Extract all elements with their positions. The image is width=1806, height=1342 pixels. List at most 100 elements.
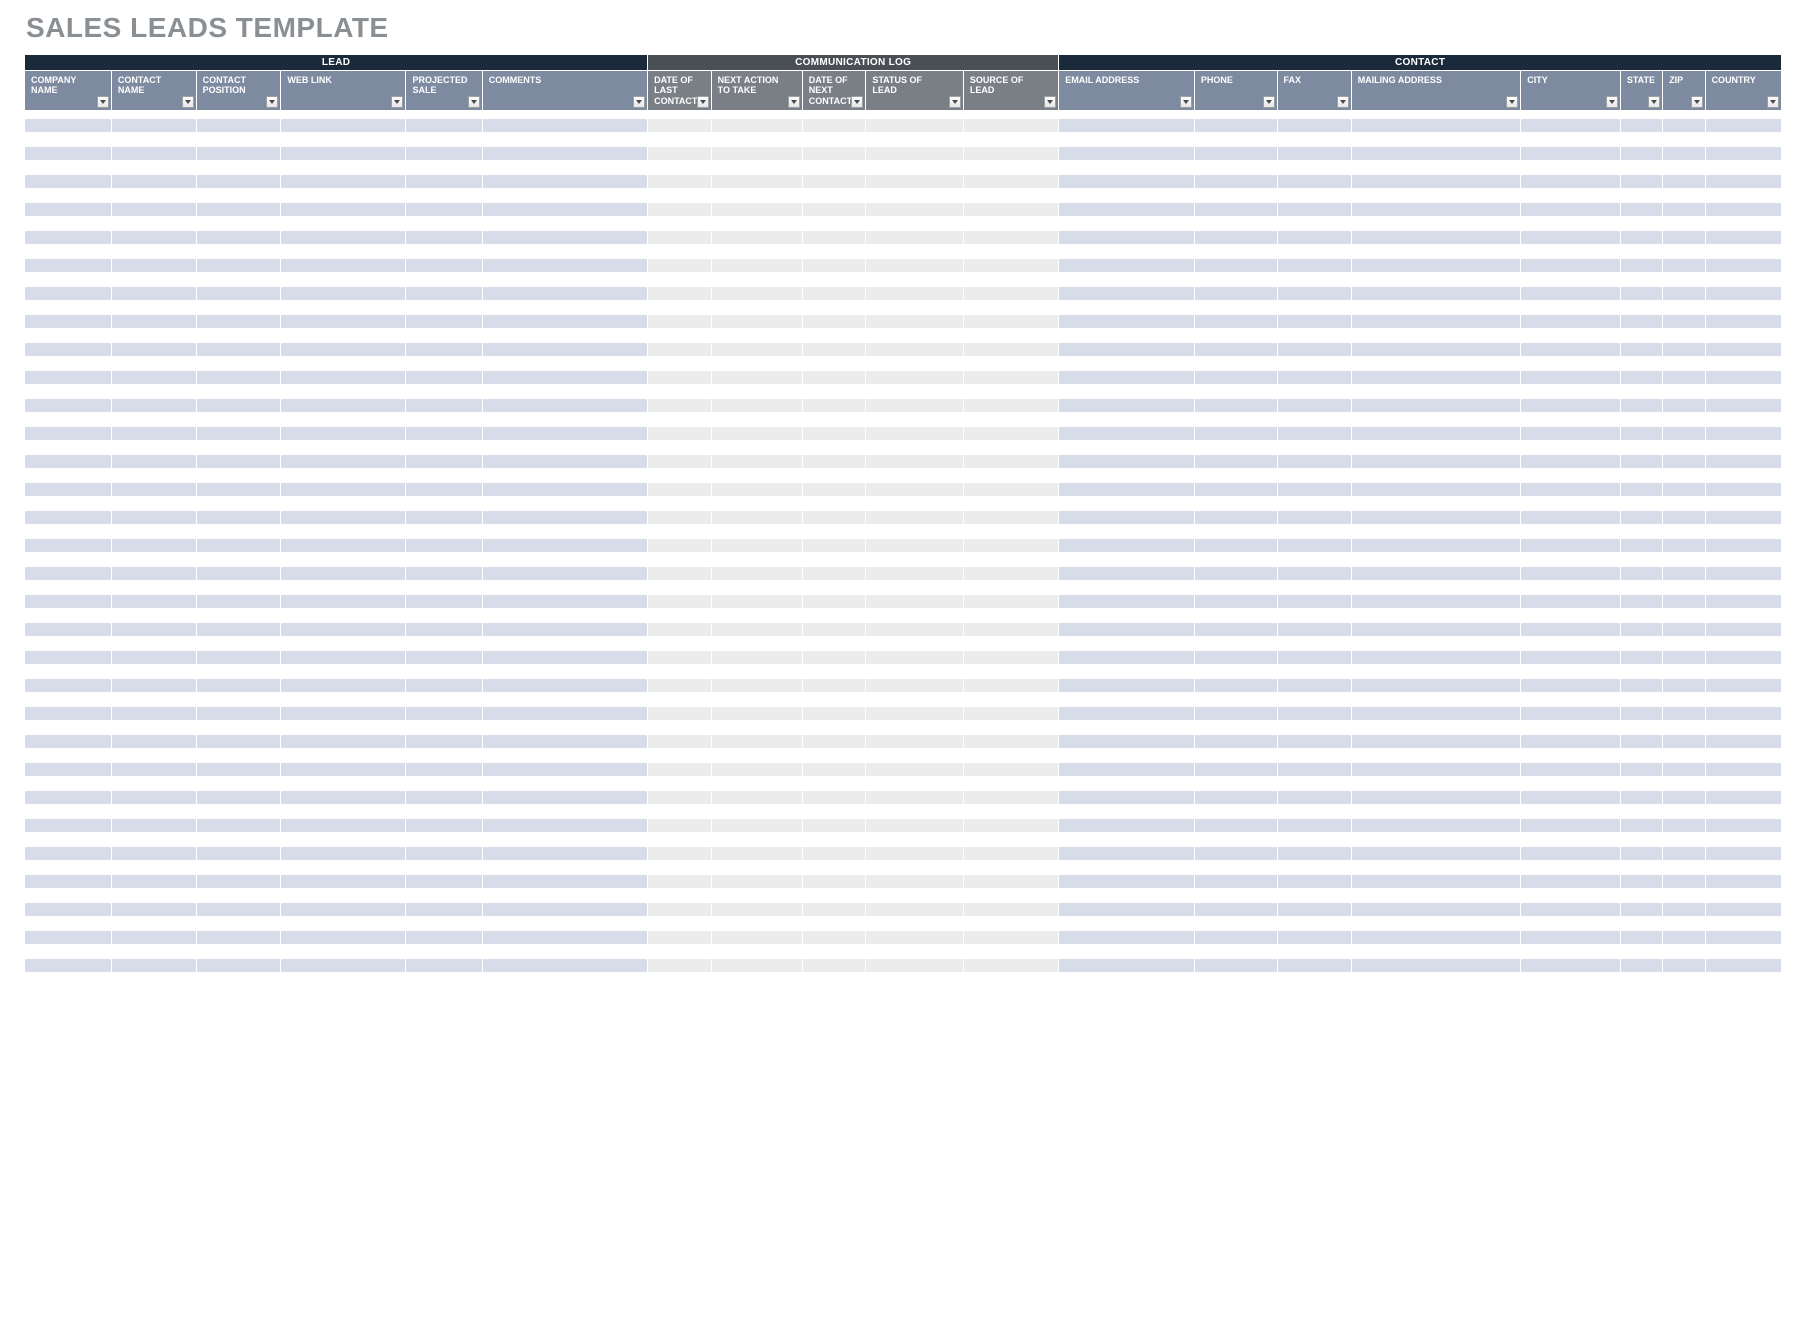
column-header[interactable]: ZIP: [1663, 71, 1705, 111]
table-cell[interactable]: [1351, 175, 1521, 189]
table-cell[interactable]: [963, 329, 1058, 343]
table-cell[interactable]: [406, 441, 482, 455]
table-cell[interactable]: [25, 777, 112, 791]
table-cell[interactable]: [196, 301, 281, 315]
table-cell[interactable]: [1277, 623, 1351, 637]
table-cell[interactable]: [1705, 665, 1781, 679]
table-cell[interactable]: [711, 175, 802, 189]
table-cell[interactable]: [25, 111, 112, 119]
table-cell[interactable]: [866, 693, 963, 707]
table-cell[interactable]: [281, 111, 406, 119]
table-cell[interactable]: [1620, 343, 1662, 357]
table-cell[interactable]: [1705, 413, 1781, 427]
table-cell[interactable]: [1194, 385, 1277, 399]
table-cell[interactable]: [196, 315, 281, 329]
table-cell[interactable]: [711, 889, 802, 903]
table-cell[interactable]: [1521, 861, 1621, 875]
table-cell[interactable]: [1521, 511, 1621, 525]
table-cell[interactable]: [1620, 371, 1662, 385]
table-cell[interactable]: [406, 749, 482, 763]
table-cell[interactable]: [1194, 847, 1277, 861]
table-cell[interactable]: [866, 665, 963, 679]
table-cell[interactable]: [1277, 749, 1351, 763]
table-cell[interactable]: [1351, 609, 1521, 623]
table-cell[interactable]: [1705, 399, 1781, 413]
table-cell[interactable]: [963, 469, 1058, 483]
table-cell[interactable]: [648, 665, 712, 679]
table-cell[interactable]: [406, 651, 482, 665]
table-cell[interactable]: [25, 721, 112, 735]
table-cell[interactable]: [1521, 945, 1621, 959]
table-cell[interactable]: [1194, 973, 1277, 987]
table-cell[interactable]: [711, 791, 802, 805]
table-cell[interactable]: [1351, 203, 1521, 217]
table-cell[interactable]: [963, 749, 1058, 763]
filter-dropdown-icon[interactable]: [97, 96, 109, 108]
table-cell[interactable]: [1277, 931, 1351, 945]
table-cell[interactable]: [1620, 217, 1662, 231]
table-cell[interactable]: [1277, 329, 1351, 343]
table-cell[interactable]: [1059, 973, 1195, 987]
table-cell[interactable]: [1277, 455, 1351, 469]
table-cell[interactable]: [196, 609, 281, 623]
table-cell[interactable]: [281, 539, 406, 553]
column-header[interactable]: WEB LINK: [281, 71, 406, 111]
table-cell[interactable]: [963, 497, 1058, 511]
table-cell[interactable]: [1351, 791, 1521, 805]
table-cell[interactable]: [1277, 973, 1351, 987]
table-cell[interactable]: [1351, 399, 1521, 413]
table-cell[interactable]: [482, 917, 647, 931]
table-cell[interactable]: [1705, 973, 1781, 987]
table-cell[interactable]: [281, 707, 406, 721]
table-cell[interactable]: [866, 497, 963, 511]
table-cell[interactable]: [1194, 161, 1277, 175]
table-cell[interactable]: [1277, 427, 1351, 441]
table-cell[interactable]: [1663, 371, 1705, 385]
table-cell[interactable]: [1663, 469, 1705, 483]
table-cell[interactable]: [1620, 749, 1662, 763]
table-cell[interactable]: [1663, 427, 1705, 441]
table-cell[interactable]: [1521, 189, 1621, 203]
table-cell[interactable]: [1194, 259, 1277, 273]
table-cell[interactable]: [111, 917, 196, 931]
table-cell[interactable]: [25, 203, 112, 217]
table-cell[interactable]: [1521, 763, 1621, 777]
table-cell[interactable]: [1521, 875, 1621, 889]
table-cell[interactable]: [648, 581, 712, 595]
table-cell[interactable]: [1194, 665, 1277, 679]
table-cell[interactable]: [1277, 371, 1351, 385]
table-cell[interactable]: [802, 217, 866, 231]
table-cell[interactable]: [802, 679, 866, 693]
table-cell[interactable]: [281, 889, 406, 903]
table-cell[interactable]: [111, 945, 196, 959]
table-cell[interactable]: [281, 371, 406, 385]
table-cell[interactable]: [1705, 833, 1781, 847]
table-cell[interactable]: [648, 749, 712, 763]
table-cell[interactable]: [25, 973, 112, 987]
table-cell[interactable]: [1277, 567, 1351, 581]
column-header[interactable]: MAILING ADDRESS: [1351, 71, 1521, 111]
table-cell[interactable]: [1059, 763, 1195, 777]
table-cell[interactable]: [482, 581, 647, 595]
table-cell[interactable]: [802, 805, 866, 819]
table-cell[interactable]: [1351, 623, 1521, 637]
table-cell[interactable]: [1663, 637, 1705, 651]
table-cell[interactable]: [281, 413, 406, 427]
table-cell[interactable]: [25, 357, 112, 371]
table-cell[interactable]: [648, 231, 712, 245]
table-cell[interactable]: [111, 357, 196, 371]
table-cell[interactable]: [963, 637, 1058, 651]
table-cell[interactable]: [1620, 931, 1662, 945]
table-cell[interactable]: [866, 413, 963, 427]
table-cell[interactable]: [711, 287, 802, 301]
table-cell[interactable]: [963, 931, 1058, 945]
column-header[interactable]: STATE: [1620, 71, 1662, 111]
table-cell[interactable]: [866, 651, 963, 665]
table-cell[interactable]: [25, 791, 112, 805]
table-cell[interactable]: [648, 259, 712, 273]
table-cell[interactable]: [1194, 721, 1277, 735]
table-cell[interactable]: [802, 133, 866, 147]
table-cell[interactable]: [406, 945, 482, 959]
table-cell[interactable]: [1705, 189, 1781, 203]
table-cell[interactable]: [711, 959, 802, 973]
